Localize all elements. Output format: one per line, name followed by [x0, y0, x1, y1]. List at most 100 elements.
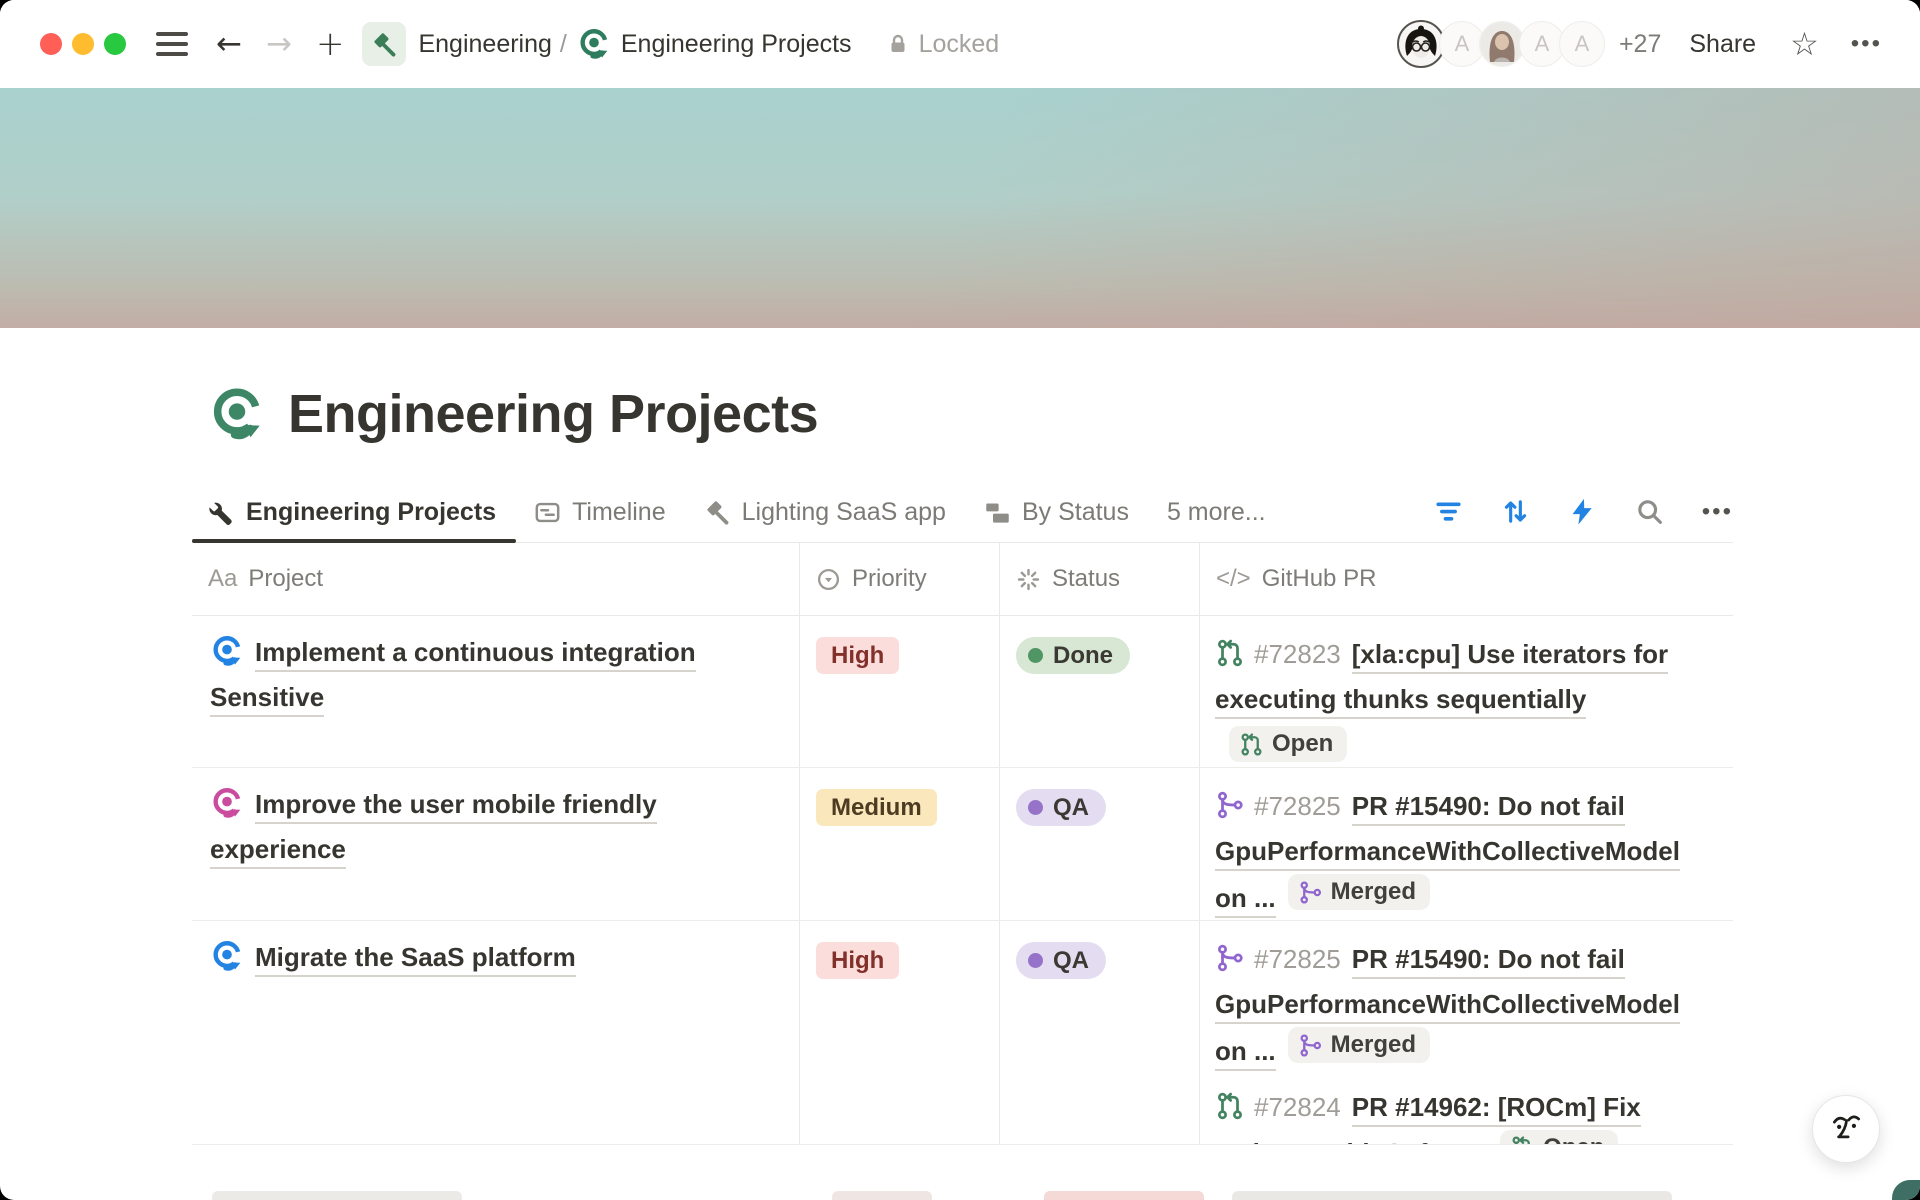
table-header-row: AaProjectPriorityStatus</>GitHub PR	[192, 543, 1733, 616]
page-title[interactable]: Engineering Projects	[288, 383, 818, 445]
pr-merged-icon	[1298, 880, 1323, 905]
cycle-page-icon	[210, 634, 244, 668]
search-icon[interactable]	[1635, 497, 1664, 526]
status-label: Done	[1053, 640, 1113, 671]
status-cell[interactable]: Done	[1000, 616, 1200, 767]
project-page-link[interactable]: Migrate the SaaS platform	[210, 942, 576, 972]
new-page-icon[interactable]: +	[316, 27, 345, 61]
pr-state-chip[interactable]: Open	[1500, 1130, 1618, 1146]
project-cell[interactable]: Implement a continuous integration Sensit…	[192, 616, 800, 767]
project-cell[interactable]: Improve the user mobile friendly experien…	[192, 768, 800, 920]
status-dot-icon	[1028, 800, 1043, 815]
project-page-link[interactable]: Implement a continuous integrationSensit…	[210, 637, 696, 712]
pr-state-chip[interactable]: Merged	[1288, 874, 1430, 910]
project-title-line[interactable]: experience	[210, 834, 346, 869]
status-dot-icon	[1028, 648, 1043, 663]
github-pr-cell[interactable]: #72825PR #15490: Do not failGpuPerforman…	[1200, 921, 1733, 1144]
more-options-icon[interactable]: •••	[1851, 30, 1882, 58]
pr-link[interactable]: [xla:cpu] Use iterators for	[1352, 639, 1668, 674]
pr-link[interactable]: on ...	[1215, 1036, 1276, 1071]
pr-state-chip[interactable]: Merged	[1288, 1027, 1430, 1063]
hammer-icon	[371, 31, 398, 58]
pr-state-label: Merged	[1331, 877, 1416, 907]
column-header-priority[interactable]: Priority	[800, 543, 1000, 615]
pr-chip-line: Open	[1229, 726, 1719, 768]
tab-engineering-projects[interactable]: Engineering Projects	[192, 498, 516, 542]
filter-icon[interactable]	[1434, 497, 1463, 526]
pr-state-chip[interactable]: Open	[1229, 726, 1347, 762]
avatar[interactable]: A	[1559, 21, 1605, 67]
close-window-button[interactable]	[40, 33, 62, 55]
cycle-page-icon[interactable]	[208, 385, 266, 443]
breadcrumb-root-page-icon[interactable]	[362, 22, 406, 66]
priority-chip[interactable]: High	[816, 942, 899, 979]
favorite-star-icon[interactable]: ☆	[1790, 25, 1819, 63]
pr-entry: #72825PR #15490: Do not failGpuPerforman…	[1215, 784, 1719, 921]
avatar-illustration	[1399, 22, 1443, 66]
github-pr-cell[interactable]: #72825PR #15490: Do not failGpuPerforman…	[1200, 768, 1733, 920]
column-header-github-pr[interactable]: </>GitHub PR	[1200, 543, 1733, 615]
status-chip[interactable]: Done	[1016, 637, 1130, 674]
status-chip[interactable]: QA	[1016, 942, 1106, 979]
text-property-icon: Aa	[208, 565, 237, 593]
pr-merged-icon	[1215, 943, 1245, 973]
sort-icon[interactable]	[1501, 497, 1530, 526]
tab-more-views[interactable]: 5 more...	[1149, 498, 1286, 542]
pr-link[interactable]: PR #14962: [ROCm] Fix	[1352, 1092, 1641, 1127]
priority-cell[interactable]: High	[800, 616, 1000, 767]
minimize-window-button[interactable]	[72, 33, 94, 55]
priority-cell[interactable]: Medium	[800, 768, 1000, 920]
sidebar-toggle-icon[interactable]	[156, 32, 188, 56]
pr-link[interactable]: PR #15490: Do not fail	[1352, 944, 1625, 979]
github-pr-cell[interactable]: #72823[xla:cpu] Use iterators forexecuti…	[1200, 616, 1733, 767]
locked-toggle[interactable]: Locked	[886, 30, 1000, 59]
pr-link[interactable]: an issue with Softmax	[1215, 1138, 1488, 1145]
breadcrumb-current[interactable]: Engineering Projects	[621, 30, 852, 59]
lightning-icon[interactable]	[1568, 497, 1597, 526]
avatar[interactable]	[1397, 20, 1445, 68]
view-tabs: Engineering ProjectsTimelineLighting Saa…	[192, 498, 1434, 542]
priority-cell[interactable]: High	[800, 921, 1000, 1144]
avatar-overflow-count[interactable]: +27	[1619, 30, 1661, 59]
pr-open-icon	[1215, 1091, 1245, 1121]
pr-open-icon	[1215, 638, 1245, 668]
pr-link[interactable]: GpuPerformanceWithCollectiveModel	[1215, 836, 1680, 871]
breadcrumb-root[interactable]: Engineering	[418, 30, 551, 59]
notion-ai-button[interactable]	[1812, 1095, 1880, 1163]
priority-chip[interactable]: High	[816, 637, 899, 674]
project-title-line[interactable]: Migrate the SaaS platform	[255, 942, 576, 977]
pr-link[interactable]: on ...	[1215, 883, 1276, 918]
status-chip[interactable]: QA	[1016, 789, 1106, 826]
pr-state-label: Open	[1543, 1133, 1604, 1146]
pr-open-icon	[1510, 1135, 1535, 1145]
pr-open-icon	[1239, 732, 1264, 757]
zoom-window-button[interactable]	[104, 33, 126, 55]
pr-number: #72824	[1254, 1092, 1341, 1122]
tab-lighting-saas-app[interactable]: Lighting SaaS app	[686, 498, 966, 542]
pr-link[interactable]: executing thunks sequentially	[1215, 684, 1586, 719]
pr-merged-icon	[1215, 790, 1245, 820]
project-title-line[interactable]: Sensitive	[210, 682, 324, 717]
pr-link[interactable]: GpuPerformanceWithCollectiveModel	[1215, 989, 1680, 1024]
project-cell[interactable]: Migrate the SaaS platform	[192, 921, 800, 1144]
project-page-link[interactable]: Improve the user mobile friendlyexperien…	[210, 789, 657, 864]
pr-entry: #72824 PR #14962: [ROCm] Fix an issue with…	[1215, 1085, 1719, 1146]
status-cell[interactable]: QA	[1000, 768, 1200, 920]
cycle-page-icon[interactable]	[577, 27, 611, 61]
hammer-icon	[704, 499, 731, 526]
status-cell[interactable]: QA	[1000, 921, 1200, 1144]
forward-icon[interactable]: →	[266, 29, 292, 60]
pr-link[interactable]: PR #15490: Do not fail	[1352, 791, 1625, 826]
back-icon[interactable]: ←	[216, 29, 242, 60]
column-header-status[interactable]: Status	[1000, 543, 1200, 615]
share-button[interactable]: Share	[1689, 30, 1756, 59]
project-title-line[interactable]: Implement a continuous integration	[255, 637, 696, 672]
priority-chip[interactable]: Medium	[816, 789, 937, 826]
breadcrumb-separator: /	[560, 30, 567, 59]
project-title-line[interactable]: Improve the user mobile friendly	[255, 789, 657, 824]
tab-by-status[interactable]: By Status	[966, 498, 1149, 542]
column-header-project[interactable]: AaProject	[192, 543, 800, 615]
view-more-options-icon[interactable]: •••	[1702, 498, 1733, 526]
tab-timeline[interactable]: Timeline	[516, 498, 686, 542]
table-row: Migrate the SaaS platform High QA #72825PR …	[192, 921, 1733, 1145]
